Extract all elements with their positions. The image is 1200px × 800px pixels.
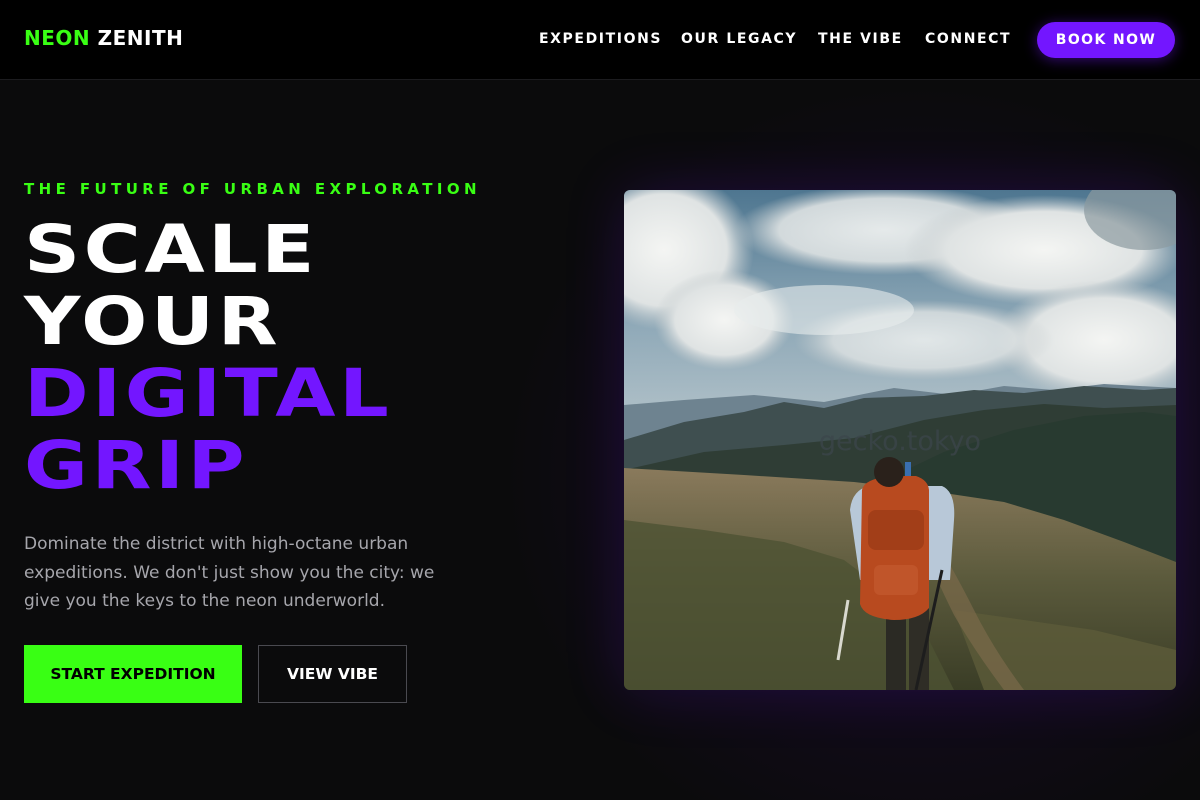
brand-logo[interactable]: NEON ZENITH <box>24 26 183 50</box>
nav-link-expeditions[interactable]: EXPEDITIONS <box>539 30 662 48</box>
headline-line-2: YOUR <box>24 283 282 360</box>
headline-line-4: GRIP <box>24 427 249 504</box>
nav-link-connect[interactable]: CONNECT <box>925 30 1011 48</box>
top-navbar: NEON ZENITH EXPEDITIONS OUR LEGACY THE V… <box>0 0 1200 80</box>
hero-image: gecko.tokyo <box>624 190 1176 690</box>
view-vibe-button[interactable]: VIEW VIBE <box>258 645 407 703</box>
hero-headline: SCALE YOUR DIGITAL GRIP <box>24 214 392 502</box>
nav-link-the-vibe[interactable]: THE VIBE <box>818 30 903 48</box>
hero-eyebrow: THE FUTURE OF URBAN EXPLORATION <box>24 180 481 198</box>
hiker-landscape-illustration <box>624 190 1176 690</box>
nav-link-our-legacy[interactable]: OUR LEGACY <box>681 30 797 48</box>
book-now-button[interactable]: BOOK NOW <box>1037 22 1175 58</box>
brand-name-rest: ZENITH <box>97 26 184 50</box>
hero-description: Dominate the district with high-octane u… <box>24 534 435 611</box>
brand-name-accent: NEON <box>24 26 91 50</box>
headline-line-3: DIGITAL <box>24 355 393 432</box>
start-expedition-button[interactable]: START EXPEDITION <box>24 645 242 703</box>
headline-line-1: SCALE <box>24 211 319 288</box>
